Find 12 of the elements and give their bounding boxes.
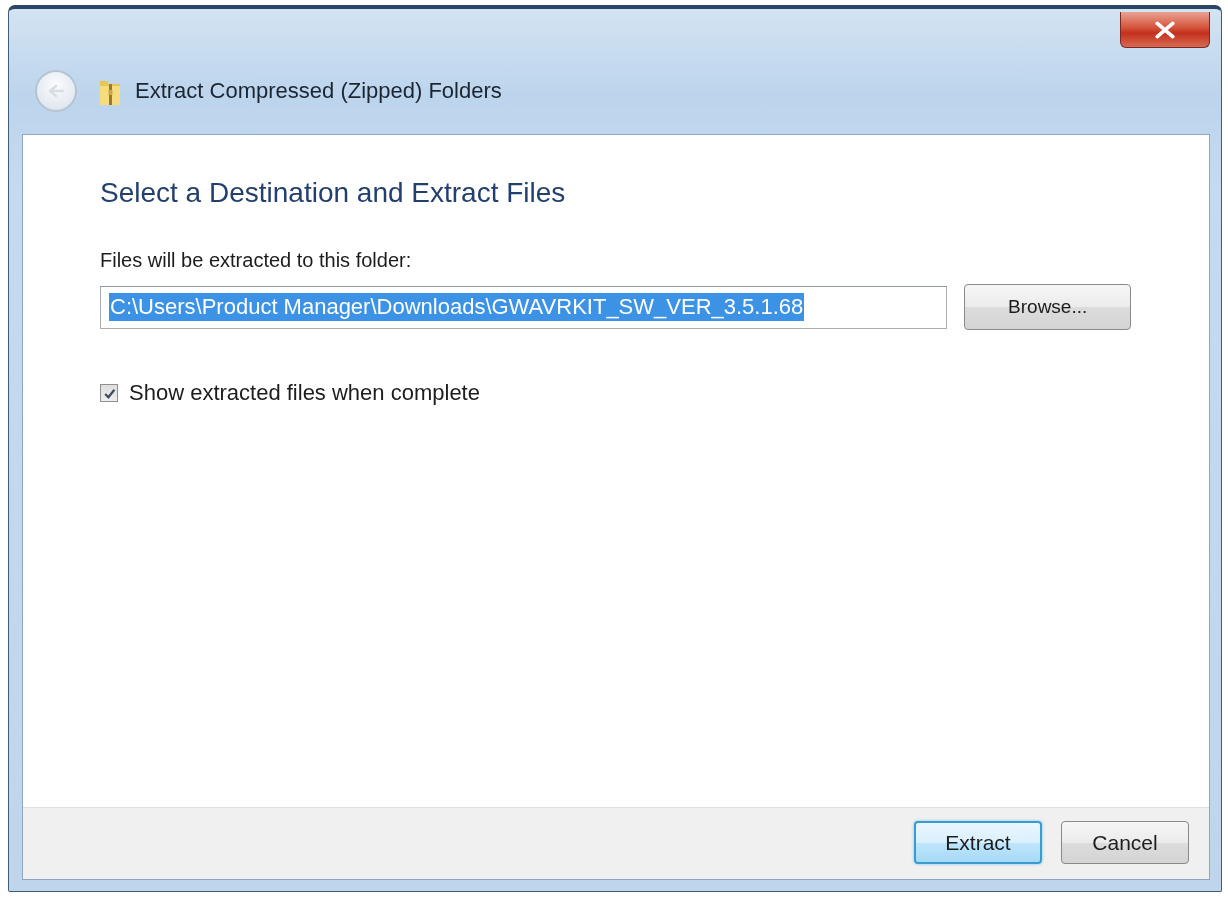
dialog-button[interactable]: Cancel <box>1061 821 1189 864</box>
instruction-heading: Select a Destination and Extract Files <box>100 177 567 209</box>
checkbox[interactable] <box>100 384 118 402</box>
dialog-button[interactable]: Extract <box>914 821 1042 864</box>
left-arrow-icon <box>48 84 64 98</box>
browse-button[interactable]: Browse... <box>964 284 1131 330</box>
close-button[interactable] <box>1120 12 1210 48</box>
destination-path-text: C:\Users\Product Manager\Downloads\GWAVRKIT_SW_VER_3.5.1.68 <box>109 293 805 321</box>
close-icon <box>1154 20 1176 39</box>
checkbox-label: Show extracted files when complete <box>129 380 480 406</box>
window-title: Extract Compressed (Zipped) Folders <box>135 78 502 104</box>
destination-label: Files will be extracted to this folder: <box>100 249 413 272</box>
